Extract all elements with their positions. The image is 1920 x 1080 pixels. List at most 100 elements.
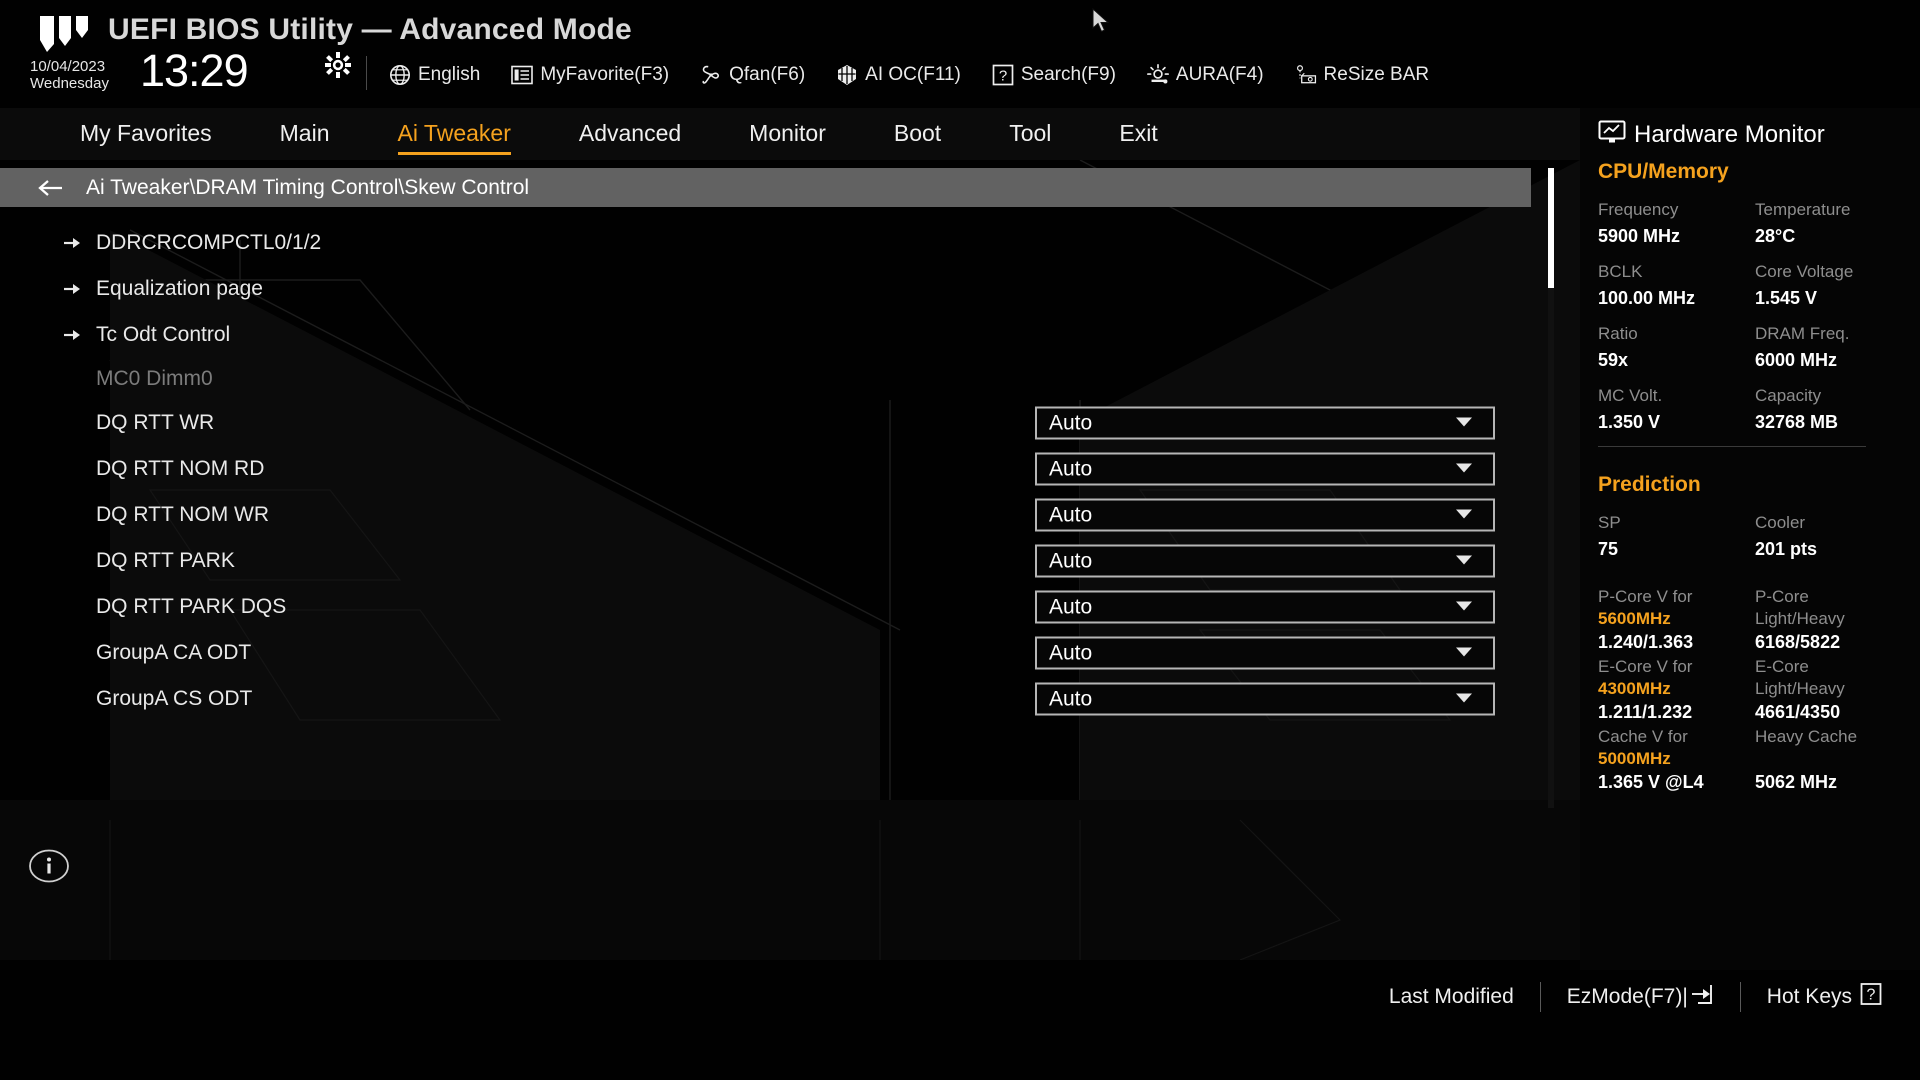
hardware-monitor-panel: Hardware Monitor CPU/Memory Frequency 59… (1580, 108, 1920, 970)
setting-row[interactable]: DQ RTT NOM WR Auto (0, 492, 1558, 538)
list-item[interactable]: Equalization page (0, 266, 1558, 312)
setting-row[interactable]: GroupA CS ODT Auto (0, 676, 1558, 722)
question-icon: ? (991, 63, 1015, 87)
resizebar-icon (1294, 63, 1318, 87)
setting-row[interactable]: DQ RTT NOM RD Auto (0, 446, 1558, 492)
tool-search[interactable]: ? Search(F9) (991, 63, 1116, 87)
dropdown-dq-rtt-park[interactable]: Auto (1035, 544, 1495, 578)
arrow-left-icon[interactable] (38, 178, 64, 198)
group-heading-label: MC0 Dimm0 (96, 367, 213, 390)
prediction-key: P-Core (1755, 587, 1809, 606)
aura-icon (1146, 63, 1170, 87)
footer-divider (1539, 982, 1541, 1012)
last-modified-button[interactable]: Last Modified (1389, 985, 1514, 1009)
section-cpu-memory: CPU/Memory (1598, 160, 1729, 183)
hotkeys-label: Hot Keys (1766, 985, 1852, 1008)
chevron-right-icon (63, 235, 81, 251)
tab-my-favorites[interactable]: My Favorites (80, 116, 212, 153)
dropdown-dq-rtt-nom-wr[interactable]: Auto (1035, 498, 1495, 532)
breadcrumb[interactable]: Ai Tweaker\DRAM Timing Control\Skew Cont… (0, 168, 1531, 207)
content-scrollbar-thumb[interactable] (1548, 168, 1554, 288)
dropdown-dq-rtt-nom-rd[interactable]: Auto (1035, 452, 1495, 486)
prediction-block: Cache V for 5000MHz 1.365 V @L4 Heavy Ca… (1598, 726, 1908, 792)
hotkeys-button[interactable]: Hot Keys ? (1767, 982, 1882, 1012)
metric-value: 5900 MHz (1598, 226, 1681, 246)
prediction-value: 1.211/1.232 (1598, 702, 1693, 722)
list-item-label: Equalization page (96, 277, 263, 300)
metric-value: 28°C (1755, 226, 1796, 246)
dropdown-value: Auto (1049, 595, 1093, 618)
tab-monitor[interactable]: Monitor (749, 116, 826, 153)
dropdown-dq-rtt-wr[interactable]: Auto (1035, 406, 1495, 440)
dropdown-value: Auto (1049, 687, 1093, 710)
metric-key: Core Voltage (1755, 262, 1854, 281)
prediction-value: 6168/5822 (1755, 632, 1841, 652)
dropdown-groupa-cs-odt[interactable]: Auto (1035, 682, 1495, 716)
setting-label: DQ RTT WR (96, 411, 215, 434)
tool-aura[interactable]: AURA(F4) (1146, 63, 1264, 87)
setting-row[interactable]: GroupA CA ODT Auto (0, 630, 1558, 676)
dropdown-groupa-ca-odt[interactable]: Auto (1035, 636, 1495, 670)
prediction-col-right: Heavy Cache 5062 MHz (1755, 726, 1910, 794)
prediction-value: 5062 MHz (1755, 772, 1838, 792)
metric-value: 59x (1598, 350, 1629, 370)
aioc-icon (835, 63, 859, 87)
metric-key: Temperature (1755, 200, 1851, 219)
metric-pair: BCLK 100.00 MHz Core Voltage 1.545 V (1598, 262, 1898, 324)
tab-exit[interactable]: Exit (1119, 116, 1157, 153)
prediction-col-right: E-Core Light/Heavy 4661/4350 (1755, 656, 1910, 724)
list-item[interactable]: DDRCRCOMPCTL0/1/2 (0, 220, 1558, 266)
prediction-col-left: Cache V for 5000MHz 1.365 V @L4 (1598, 726, 1753, 794)
info-icon[interactable] (28, 845, 70, 887)
breadcrumb-path: Ai Tweaker\DRAM Timing Control\Skew Cont… (86, 175, 530, 199)
prediction-freq: 5600MHz (1598, 609, 1671, 628)
tool-myfavorite[interactable]: MyFavorite(F3) (510, 63, 669, 87)
tab-boot[interactable]: Boot (894, 116, 941, 153)
setting-label: GroupA CA ODT (96, 641, 252, 664)
metric-pair: Ratio 59x DRAM Freq. 6000 MHz (1598, 324, 1898, 386)
list-item[interactable]: Tc Odt Control (0, 312, 1558, 358)
globe-icon (388, 63, 412, 87)
dropdown-dq-rtt-park-dqs[interactable]: Auto (1035, 590, 1495, 624)
prediction-block: P-Core V for 5600MHz 1.240/1.363 P-Core … (1598, 586, 1908, 652)
setting-row[interactable]: DQ RTT WR Auto (0, 400, 1558, 446)
tab-tool[interactable]: Tool (1009, 116, 1051, 153)
chevron-down-icon (1455, 460, 1473, 478)
tool-aioc[interactable]: AI OC(F11) (835, 63, 961, 87)
metric-key: Frequency (1598, 200, 1679, 219)
monitor-chart-icon (1598, 120, 1626, 149)
gear-icon[interactable] (325, 52, 351, 78)
tool-label: Qfan(F6) (729, 64, 806, 85)
prediction-key: Heavy Cache (1755, 727, 1858, 746)
tab-main[interactable]: Main (280, 116, 330, 153)
footer-bar: Last Modified EzMode(F7)| Hot Keys ? (0, 970, 1920, 1080)
date-display: 10/04/2023 Wednesday (30, 58, 140, 92)
tool-label: MyFavorite(F3) (540, 64, 670, 85)
tool-resizebar[interactable]: ReSize BAR (1294, 63, 1429, 87)
tool-qfan[interactable]: Qfan(F6) (699, 63, 805, 87)
prediction-key: E-Core (1755, 657, 1809, 676)
prediction-freq: 4300MHz (1598, 679, 1671, 698)
setting-label: DQ RTT PARK DQS (96, 595, 287, 618)
setting-label: DQ RTT NOM RD (96, 457, 265, 480)
fan-icon (699, 63, 723, 87)
metric-pair: SP 75 Cooler 201 pts (1598, 513, 1898, 575)
ezmode-button[interactable]: EzMode(F7)| (1567, 983, 1714, 1011)
tool-language[interactable]: English (388, 63, 480, 87)
metric-key: Cooler (1755, 513, 1806, 532)
header-divider (366, 56, 367, 90)
hardware-monitor-header: Hardware Monitor (1598, 120, 1825, 149)
setting-label: DQ RTT PARK (96, 549, 235, 572)
chevron-down-icon (1455, 506, 1473, 524)
tool-label: AI OC(F11) (865, 64, 961, 85)
tab-ai-tweaker[interactable]: Ai Tweaker (397, 116, 512, 155)
cpu-memory-grid: Frequency 5900 MHz Temperature 28°C BCLK… (1598, 200, 1898, 448)
setting-row[interactable]: DQ RTT PARK Auto (0, 538, 1558, 584)
metric-value: 75 (1598, 539, 1619, 559)
tab-advanced[interactable]: Advanced (579, 116, 681, 153)
setting-row[interactable]: DQ RTT PARK DQS Auto (0, 584, 1558, 630)
prediction-col-left: P-Core V for 5600MHz 1.240/1.363 (1598, 586, 1753, 654)
mouse-cursor (1092, 7, 1112, 36)
header-tools: English MyFavorite(F3) Qfan(F6) AI OC(F1… (388, 58, 1459, 92)
settings-list: DDRCRCOMPCTL0/1/2 Equalization page Tc O… (0, 207, 1558, 807)
